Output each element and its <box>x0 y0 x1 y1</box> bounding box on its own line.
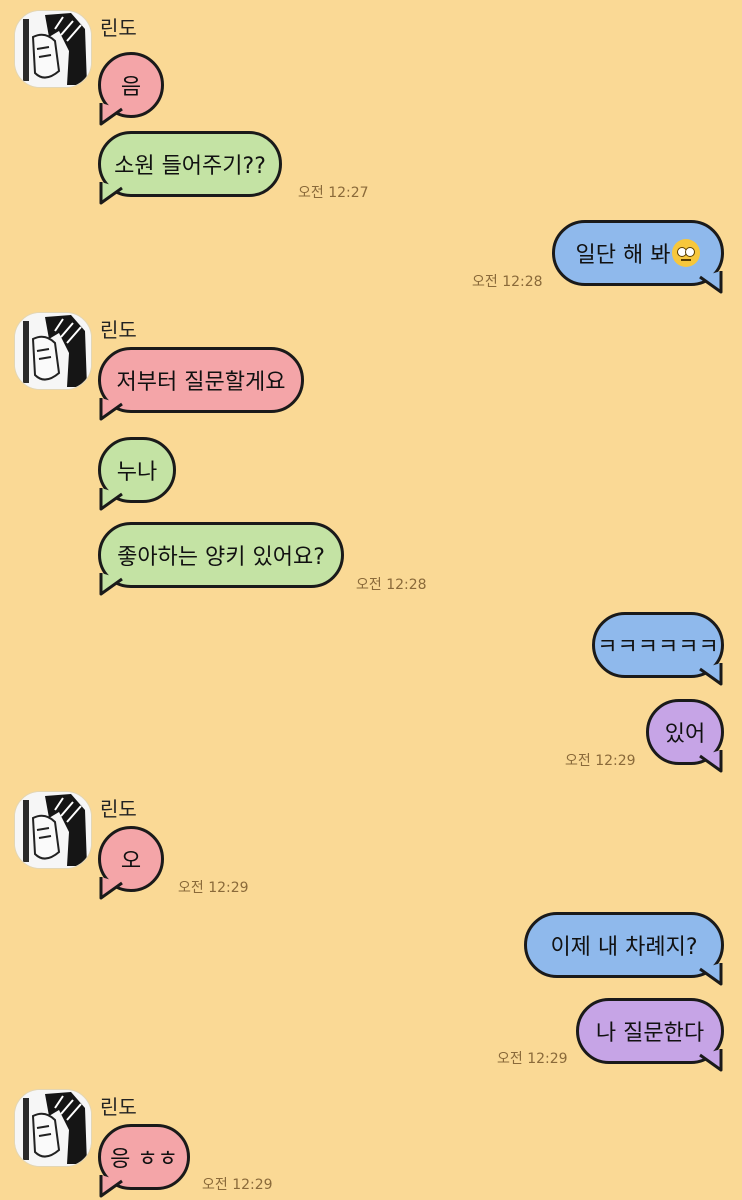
bubble-tail <box>99 398 123 421</box>
contact-name: 린도 <box>100 1095 137 1119</box>
bubble-tail <box>99 103 123 126</box>
message-time: 오전 12:29 <box>497 1051 568 1067</box>
message-bubble-incoming[interactable]: 좋아하는 양키 있어요? <box>98 522 344 596</box>
message-text: 이제 내 차례지? <box>550 935 698 960</box>
message-text: 일단 해 봐 <box>575 243 671 268</box>
eye-roll-emoji-icon <box>672 239 701 267</box>
message-bubble-outgoing[interactable]: ㅋㅋㅋㅋㅋㅋ <box>592 612 724 686</box>
manga-avatar-icon <box>15 792 91 868</box>
contact-name: 린도 <box>100 16 137 40</box>
bubble-tail <box>699 750 723 773</box>
message-bubble-outgoing[interactable]: 이제 내 차례지? <box>524 912 724 986</box>
message-text: ㅋㅋㅋㅋㅋㅋ <box>597 635 719 660</box>
message-text: 나 질문한다 <box>595 1021 705 1046</box>
message-text: 응 ㅎㅎ <box>110 1147 178 1172</box>
contact-avatar[interactable] <box>14 1089 92 1167</box>
message-bubble-outgoing[interactable]: 있어 <box>646 699 724 773</box>
message-text: 좋아하는 양키 있어요? <box>117 545 325 570</box>
message-bubble-incoming[interactable]: 오 <box>98 826 164 900</box>
message-time: 오전 12:29 <box>565 753 636 769</box>
message-text: 소원 들어주기?? <box>114 154 266 179</box>
message-bubble-incoming[interactable]: 누나 <box>98 437 176 511</box>
message-time: 오전 12:29 <box>202 1177 273 1193</box>
contact-avatar[interactable] <box>14 312 92 390</box>
message-text: 있어 <box>664 722 706 747</box>
message-bubble-incoming[interactable]: 음 <box>98 52 164 126</box>
message-bubble-incoming[interactable]: 소원 들어주기?? <box>98 131 282 205</box>
bubble-tail <box>99 182 123 205</box>
manga-avatar-icon <box>15 1090 91 1166</box>
contact-name: 린도 <box>100 318 137 342</box>
message-time: 오전 12:29 <box>178 880 249 896</box>
contact-avatar[interactable] <box>14 10 92 88</box>
bubble-tail <box>699 663 723 686</box>
message-time: 오전 12:28 <box>356 577 427 593</box>
message-text: 누나 <box>116 460 158 485</box>
bubble-tail <box>699 963 723 986</box>
message-text: 오 <box>120 849 142 874</box>
message-text: 저부터 질문할게요 <box>116 370 286 395</box>
message-bubble-incoming[interactable]: 저부터 질문할게요 <box>98 347 304 421</box>
bubble-tail <box>99 1175 123 1198</box>
bubble-tail <box>699 271 723 294</box>
message-time: 오전 12:27 <box>298 185 369 201</box>
contact-name: 린도 <box>100 797 137 821</box>
message-bubble-incoming[interactable]: 응 ㅎㅎ <box>98 1124 190 1198</box>
bubble-tail <box>99 573 123 596</box>
message-time: 오전 12:28 <box>472 274 543 290</box>
bubble-tail <box>99 488 123 511</box>
message-text: 음 <box>120 75 142 100</box>
contact-avatar[interactable] <box>14 791 92 869</box>
bubble-tail <box>699 1049 723 1072</box>
manga-avatar-icon <box>15 11 91 87</box>
bubble-tail <box>99 877 123 900</box>
message-bubble-outgoing[interactable]: 일단 해 봐 <box>552 220 724 294</box>
message-bubble-outgoing[interactable]: 나 질문한다 <box>576 998 724 1072</box>
manga-avatar-icon <box>15 313 91 389</box>
